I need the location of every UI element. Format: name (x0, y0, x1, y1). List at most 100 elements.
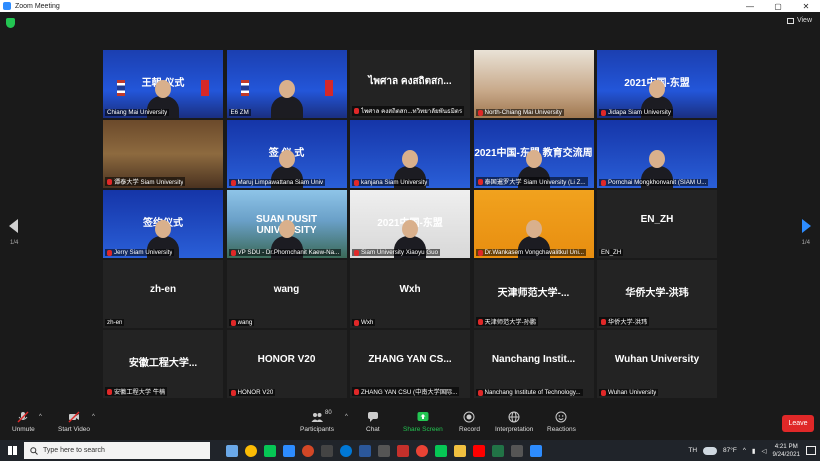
network-icon[interactable]: ▮ (752, 447, 756, 455)
participant-tile[interactable]: Wxh Wxh (350, 260, 470, 328)
share-screen-button[interactable]: Share Screen (403, 411, 443, 433)
participant-tile[interactable]: 签 仪 式Maruj Limpawattana Siam Univ (226, 120, 347, 188)
muted-mic-icon (354, 319, 359, 326)
participants-caret-icon[interactable]: ^ (345, 414, 348, 420)
participant-label: Wuhan University (599, 389, 659, 396)
taskbar-search-box[interactable]: Type here to search (24, 442, 210, 459)
tray-overflow-icon[interactable]: ^ (743, 447, 746, 454)
temperature[interactable]: 87°F (723, 447, 737, 454)
participant-tile[interactable]: Pornchai Mongkhonvanit (SIAM U... (597, 120, 717, 188)
video-app-icon[interactable] (397, 444, 409, 457)
minimize-button[interactable]: — (736, 0, 764, 12)
unmute-label: Unmute (12, 426, 35, 433)
participant-tile[interactable]: 2021中国-东盟Siam University Xiaoyu Guo (350, 190, 470, 258)
participant-tile[interactable]: ไพศาล คงสถิตสก... ไพศาล คงสถิตสก...ทวิทยา… (350, 50, 470, 118)
participant-label: 谭泰大学 Siam University (105, 177, 186, 186)
pdf-icon[interactable] (473, 444, 485, 457)
app-alt-icon[interactable] (511, 444, 523, 457)
participant-name-display: Wuhan University (614, 354, 700, 365)
participant-tile[interactable]: SUAN DUSIT UNIVERSITYVP SDU - Dr.Phornch… (226, 190, 347, 258)
participant-label-text: Dr.Wankasem Vongchavalitkul Uni... (484, 249, 585, 256)
participant-video (473, 190, 594, 258)
notifications-icon[interactable] (806, 446, 816, 455)
participant-label-text: Jerry Siam University (114, 249, 173, 256)
start-video-button[interactable]: Start Video (58, 411, 90, 433)
record-label: Record (459, 426, 480, 433)
thai-flag-icon (117, 80, 125, 96)
participant-tile[interactable]: 华侨大学-洪玮 华侨大学-洪玮 (597, 260, 717, 328)
reactions-button[interactable]: Reactions (547, 411, 576, 433)
person-head (649, 80, 665, 98)
word-icon[interactable] (359, 444, 371, 457)
chrome-alt-icon[interactable] (416, 444, 428, 457)
muted-mic-icon (601, 179, 606, 186)
participant-tile[interactable]: 签约仪式Jerry Siam University (103, 190, 223, 258)
participant-label-text: Jidapa Siam University (608, 109, 671, 116)
participant-tile[interactable]: ZHANG YAN CS... ZHANG YAN CSU (中南大学国际... (350, 330, 470, 398)
system-clock[interactable]: 4:21 PM 9/24/2021 (772, 443, 800, 459)
participant-tile[interactable]: Wuhan University Wuhan University (597, 330, 717, 398)
participant-label-text: North-Chiang Mai University (484, 109, 562, 116)
audio-options-caret-icon[interactable]: ^ (39, 414, 42, 420)
leave-button[interactable]: Leave (782, 415, 814, 432)
participant-tile[interactable]: 天津师范大学-... 天津师范大学-孙鹏 (473, 260, 594, 328)
participant-tile[interactable]: E6 ZM (226, 50, 347, 118)
reactions-label: Reactions (547, 426, 576, 433)
participant-label-text: zh-en (107, 319, 123, 326)
security-shield-icon[interactable] (6, 18, 15, 28)
participant-label: EN_ZH (599, 249, 624, 256)
participant-label: Dr.Wankasem Vongchavalitkul Uni... (475, 249, 586, 256)
participant-label: E6 ZM (228, 109, 251, 116)
participant-tile[interactable]: wang wang (226, 260, 347, 328)
maximize-button[interactable]: ▢ (764, 0, 792, 12)
chrome-icon[interactable] (245, 444, 257, 457)
participant-tile[interactable]: Nanchang Instit... Nanchang Institute of … (473, 330, 594, 398)
volume-icon[interactable]: ◁ (761, 447, 766, 455)
person-head (649, 150, 665, 168)
participant-tile[interactable]: HONOR V20 HONOR V20 (226, 330, 347, 398)
line-icon[interactable] (264, 444, 276, 457)
file-explorer-icon[interactable] (454, 444, 466, 457)
participant-label: 天津师范大学-孙鹏 (475, 317, 539, 326)
edge-icon[interactable] (340, 444, 352, 457)
participant-tile[interactable]: 谭泰大学 Siam University (103, 120, 223, 188)
participant-tile[interactable]: kanjana Siam University (350, 120, 470, 188)
participant-name-display: ZHANG YAN CS... (368, 354, 452, 365)
participant-tile[interactable]: 2021中国-东盟 教育交流周 泰国暹罗大学 Siam University (L… (473, 120, 594, 188)
participant-tile[interactable]: North-Chiang Mai University (473, 50, 594, 118)
excel-icon[interactable] (492, 444, 504, 457)
participants-button[interactable]: 80 Participants (300, 410, 334, 433)
unmute-button[interactable]: Unmute (12, 411, 35, 433)
video-options-caret-icon[interactable]: ^ (92, 414, 95, 420)
smiley-icon (555, 411, 567, 423)
previous-page-arrow-icon[interactable] (9, 219, 18, 233)
participant-tile[interactable]: 2021中国-东盟Jidapa Siam University (597, 50, 717, 118)
chat-button[interactable]: Chat (366, 411, 380, 433)
participant-name-display: HONOR V20 (257, 354, 316, 365)
search-icon (30, 446, 38, 455)
close-button[interactable]: ✕ (792, 0, 820, 12)
next-page-arrow-icon[interactable] (802, 219, 811, 233)
zoom-taskbar-icon[interactable] (530, 444, 542, 457)
line-alt-icon[interactable] (435, 444, 447, 457)
weather-cloud-icon (703, 446, 718, 455)
file-app-icon[interactable] (283, 444, 295, 457)
participant-tile[interactable]: Dr.Wankasem Vongchavalitkul Uni... (473, 190, 594, 258)
start-video-label: Start Video (58, 426, 91, 433)
participant-tile[interactable]: EN_ZH EN_ZH (597, 190, 717, 258)
participant-tile[interactable]: 王朝 仪式 Chiang Mai University (103, 50, 223, 118)
participant-tile[interactable]: 安徽工程大学... 安徽工程大学 牛楠 (103, 330, 223, 398)
participant-name-display: zh-en (149, 284, 177, 295)
participant-tile[interactable]: zh-en zh-en (103, 260, 223, 328)
input-language[interactable]: TH (688, 447, 697, 454)
windows-start-icon[interactable] (0, 440, 24, 461)
app-icon[interactable] (378, 444, 390, 457)
participant-name-display: EN_ZH (640, 214, 674, 225)
view-button[interactable]: View (786, 17, 812, 24)
record-button[interactable]: Record (459, 411, 480, 433)
media-player-icon[interactable] (321, 444, 333, 457)
participant-video: 签 仪 式 (226, 120, 347, 188)
powerpoint-icon[interactable] (302, 444, 314, 457)
interpretation-button[interactable]: Interpretation (495, 411, 533, 433)
task-view-icon[interactable] (226, 444, 238, 457)
